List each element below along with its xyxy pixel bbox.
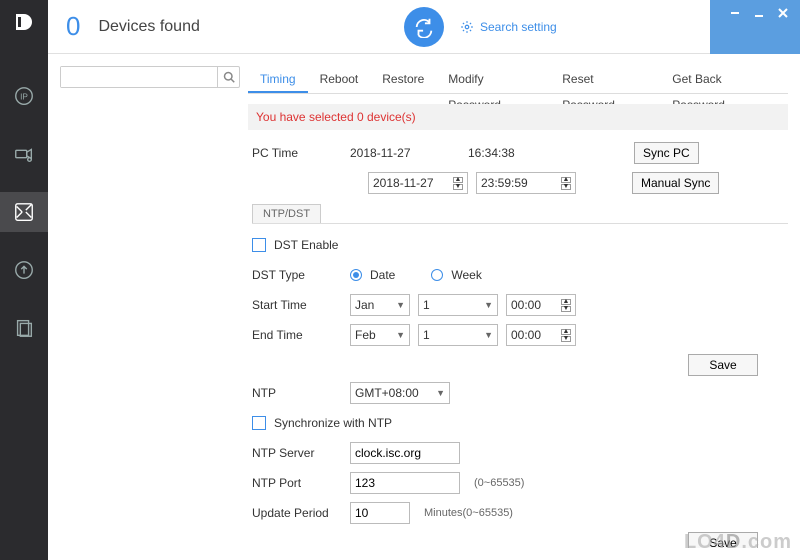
ntp-sync-label: Synchronize with NTP bbox=[274, 416, 392, 430]
close-button[interactable] bbox=[776, 6, 790, 20]
manual-date-value: 2018-11-27 bbox=[373, 176, 434, 190]
ntp-server-input[interactable] bbox=[350, 442, 460, 464]
end-time-label: End Time bbox=[252, 328, 342, 342]
start-time-input[interactable]: 00:00 ▲▼ bbox=[506, 294, 576, 316]
timezone-select[interactable]: GMT+08:00▼ bbox=[350, 382, 450, 404]
tab-getback-password[interactable]: Get Back Password bbox=[660, 66, 788, 93]
sidebar-item-upload[interactable] bbox=[0, 250, 48, 290]
update-period-input[interactable] bbox=[350, 502, 410, 524]
manual-time-input[interactable]: 23:59:59 ▲▼ bbox=[476, 172, 576, 194]
tab-reset-password[interactable]: Reset Password bbox=[550, 66, 660, 93]
start-day-select[interactable]: 1▼ bbox=[418, 294, 498, 316]
ntp-sync-checkbox[interactable] bbox=[252, 416, 266, 430]
devices-found-label: Devices found bbox=[98, 18, 199, 36]
tab-reboot[interactable]: Reboot bbox=[308, 66, 371, 93]
end-day-select[interactable]: 1▼ bbox=[418, 324, 498, 346]
refresh-button[interactable] bbox=[404, 7, 444, 47]
svg-text:IP: IP bbox=[20, 93, 28, 102]
sidebar-item-tools[interactable] bbox=[0, 192, 48, 232]
window-controls bbox=[710, 0, 800, 26]
ntp-port-hint: (0~65535) bbox=[474, 477, 524, 489]
ntp-dst-subtab[interactable]: NTP/DST bbox=[252, 204, 321, 223]
pin-button[interactable] bbox=[728, 6, 742, 20]
pc-time-date: 2018-11-27 bbox=[350, 146, 460, 160]
dst-type-label: DST Type bbox=[252, 268, 342, 282]
pc-time-label: PC Time bbox=[252, 146, 342, 160]
selection-banner: You have selected 0 device(s) bbox=[248, 104, 788, 130]
time-spinner[interactable]: ▲▼ bbox=[561, 177, 571, 190]
search-icon bbox=[223, 71, 235, 83]
ntp-label: NTP bbox=[252, 386, 342, 400]
ntp-port-label: NTP Port bbox=[252, 476, 342, 490]
start-time-label: Start Time bbox=[252, 298, 342, 312]
dst-type-week-label: Week bbox=[451, 268, 481, 282]
dst-type-week-radio[interactable] bbox=[431, 269, 443, 281]
tabs: Timing Reboot Restore Modify Password Re… bbox=[248, 66, 788, 94]
manual-date-input[interactable]: 2018-11-27 ▲▼ bbox=[368, 172, 468, 194]
sidebar: IP bbox=[0, 0, 48, 560]
manual-sync-button[interactable]: Manual Sync bbox=[632, 172, 719, 194]
pc-time-time: 16:34:38 bbox=[468, 146, 568, 160]
dst-save-button[interactable]: Save bbox=[688, 354, 758, 376]
settings-panel: Timing Reboot Restore Modify Password Re… bbox=[248, 66, 788, 548]
ntp-port-input[interactable] bbox=[350, 472, 460, 494]
device-list-panel bbox=[60, 66, 240, 548]
app-logo bbox=[8, 6, 40, 38]
dst-enable-checkbox[interactable] bbox=[252, 238, 266, 252]
date-spinner[interactable]: ▲▼ bbox=[453, 177, 463, 190]
end-time-input[interactable]: 00:00 ▲▼ bbox=[506, 324, 576, 346]
tab-restore[interactable]: Restore bbox=[370, 66, 436, 93]
search-setting-label: Search setting bbox=[480, 20, 557, 34]
sidebar-item-reports[interactable] bbox=[0, 308, 48, 348]
device-search-button[interactable] bbox=[217, 67, 239, 87]
sidebar-item-ip[interactable]: IP bbox=[0, 76, 48, 116]
device-search bbox=[60, 66, 240, 88]
ntp-save-button[interactable]: Save bbox=[688, 532, 758, 548]
sidebar-item-camera[interactable] bbox=[0, 134, 48, 174]
gear-icon bbox=[460, 20, 474, 34]
tab-timing[interactable]: Timing bbox=[248, 66, 308, 93]
minimize-button[interactable] bbox=[752, 6, 766, 20]
tab-modify-password[interactable]: Modify Password bbox=[436, 66, 550, 93]
refresh-icon bbox=[413, 16, 435, 38]
end-month-select[interactable]: Feb▼ bbox=[350, 324, 410, 346]
manual-time-value: 23:59:59 bbox=[481, 176, 528, 190]
dst-type-date-label: Date bbox=[370, 268, 395, 282]
search-setting-link[interactable]: Search setting bbox=[460, 20, 557, 34]
device-search-input[interactable] bbox=[61, 67, 217, 87]
topbar: 0 Devices found Search setting bbox=[48, 0, 800, 54]
dst-enable-label: DST Enable bbox=[274, 238, 338, 252]
ntp-server-label: NTP Server bbox=[252, 446, 342, 460]
sync-pc-button[interactable]: Sync PC bbox=[634, 142, 699, 164]
update-period-hint: Minutes(0~65535) bbox=[424, 507, 513, 519]
dst-type-date-radio[interactable] bbox=[350, 269, 362, 281]
update-period-label: Update Period bbox=[252, 506, 342, 520]
device-count: 0 bbox=[66, 11, 80, 42]
start-month-select[interactable]: Jan▼ bbox=[350, 294, 410, 316]
